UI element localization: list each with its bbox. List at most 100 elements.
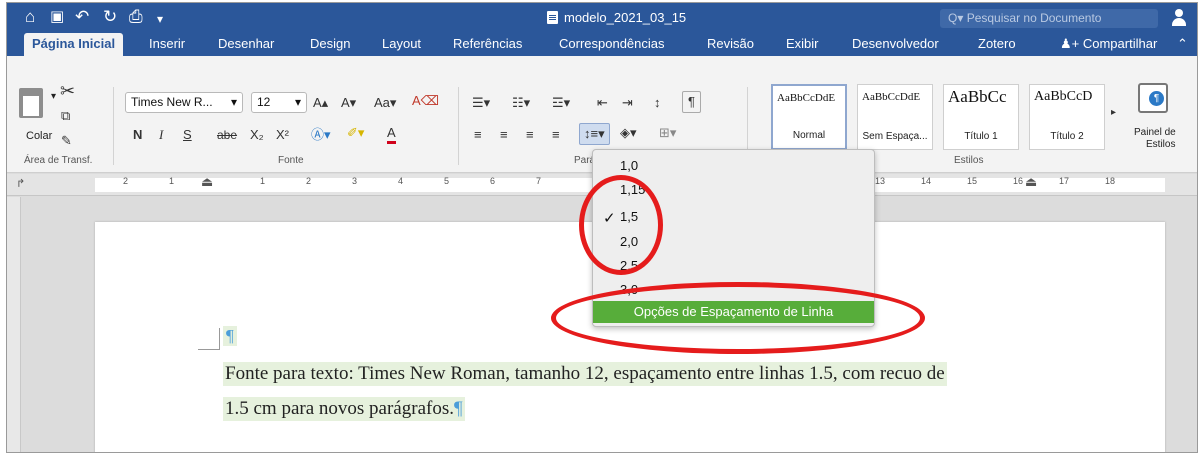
style-name: Título 2 bbox=[1050, 131, 1084, 142]
line-spacing-button[interactable]: ↕≡▾ bbox=[579, 123, 610, 145]
add-person-icon: ♟+ bbox=[1060, 36, 1083, 51]
ruler-number: 1 bbox=[260, 176, 266, 186]
tab-zotero[interactable]: Zotero bbox=[978, 33, 1016, 56]
ruler-number: 13 bbox=[875, 176, 886, 186]
shading-icon[interactable]: ◈▾ bbox=[620, 123, 637, 143]
styles-pane-icon[interactable] bbox=[1138, 83, 1168, 113]
style-heading-2[interactable]: AaBbCcD Título 2 bbox=[1029, 84, 1105, 150]
font-name-select[interactable]: Times New R... ▾ bbox=[125, 92, 243, 113]
sort-icon[interactable]: ↕ bbox=[654, 93, 661, 113]
bold-button[interactable]: N bbox=[133, 125, 142, 145]
tab-pagina-inicial[interactable]: Página Inicial bbox=[24, 33, 124, 56]
multilevel-list-icon[interactable]: ☲▾ bbox=[552, 93, 570, 113]
highlighter-icon[interactable]: ✐▾ bbox=[347, 123, 364, 143]
word-window: ⌂ ▣ ↶ ↻ ⎙ ▾ modelo_2021_03_15 Q▾ Pesquis… bbox=[6, 2, 1198, 453]
shrink-font-icon[interactable]: A▾ bbox=[341, 93, 356, 113]
font-color-button[interactable]: A bbox=[387, 125, 396, 144]
paste-icon[interactable] bbox=[19, 88, 43, 118]
ruler-number: 14 bbox=[921, 176, 932, 186]
body-text-line-1[interactable]: Fonte para texto: Times New Roman, taman… bbox=[223, 362, 947, 386]
ruler-number: 6 bbox=[490, 176, 496, 186]
print-icon[interactable]: ⎙ bbox=[129, 7, 143, 27]
subscript-button[interactable]: X₂ bbox=[250, 125, 264, 145]
tab-exibir[interactable]: Exibir bbox=[786, 33, 819, 56]
text-effects-icon[interactable]: Ⓐ▾ bbox=[311, 125, 331, 145]
cut-icon[interactable]: ✂ bbox=[60, 81, 75, 101]
styles-gallery-more-icon[interactable]: ▸ bbox=[1111, 103, 1116, 123]
style-name: Título 1 bbox=[964, 131, 998, 142]
tab-design[interactable]: Design bbox=[310, 33, 350, 56]
chevron-down-icon: ▾ bbox=[230, 95, 237, 109]
styles-pane-label-1[interactable]: Painel de bbox=[1134, 127, 1176, 138]
styles-pane-label-2[interactable]: Estilos bbox=[1146, 139, 1175, 150]
tab-desenvolvedor[interactable]: Desenvolvedor bbox=[852, 33, 939, 56]
account-icon[interactable] bbox=[1171, 9, 1187, 27]
tab-stop-icon[interactable]: ↱ bbox=[16, 177, 25, 190]
tab-layout[interactable]: Layout bbox=[382, 33, 421, 56]
empty-paragraph[interactable]: ¶ bbox=[223, 326, 237, 346]
paste-dropdown-icon[interactable]: ▾ bbox=[51, 91, 56, 102]
increase-indent-icon[interactable]: ⇥ bbox=[622, 93, 633, 113]
ruler-number: 1 bbox=[169, 176, 175, 186]
search-field[interactable]: Q▾ Pesquisar no Documento bbox=[940, 9, 1158, 28]
share-button[interactable]: ♟+ Compartilhar bbox=[1060, 33, 1157, 56]
font-size-select[interactable]: 12 ▾ bbox=[251, 92, 307, 113]
divider bbox=[113, 87, 114, 165]
strikethrough-button[interactable]: abe bbox=[217, 125, 237, 145]
document-icon bbox=[547, 11, 558, 24]
styles-group-label: Estilos bbox=[954, 155, 984, 166]
decrease-indent-icon[interactable]: ⇤ bbox=[597, 93, 608, 113]
style-preview: AaBbCcDdE bbox=[862, 91, 921, 103]
numbering-icon[interactable]: ☷▾ bbox=[512, 93, 530, 113]
vertical-ruler[interactable] bbox=[7, 197, 21, 452]
justify-icon[interactable]: ≡ bbox=[552, 125, 560, 145]
show-formatting-icon[interactable]: ¶ bbox=[682, 91, 701, 113]
tab-desenhar[interactable]: Desenhar bbox=[218, 33, 274, 56]
ruler-number: 2 bbox=[306, 176, 312, 186]
share-label: Compartilhar bbox=[1082, 36, 1158, 51]
tab-referencias[interactable]: Referências bbox=[453, 33, 522, 56]
customize-icon[interactable]: ▾ bbox=[157, 9, 163, 29]
document-title-text: modelo_2021_03_15 bbox=[564, 10, 687, 25]
ribbon-tabs: Página Inicial Inserir Desenhar Design L… bbox=[7, 33, 1197, 56]
document-title: modelo_2021_03_15 bbox=[547, 10, 686, 25]
ruler-number: 16 bbox=[1013, 176, 1024, 186]
title-bar: ⌂ ▣ ↶ ↻ ⎙ ▾ modelo_2021_03_15 Q▾ Pesquis… bbox=[7, 3, 1197, 33]
font-group-label: Fonte bbox=[278, 155, 304, 166]
style-name: Sem Espaça... bbox=[862, 131, 928, 142]
style-heading-1[interactable]: AaBbCc Título 1 bbox=[943, 84, 1019, 150]
italic-button[interactable]: I bbox=[159, 125, 163, 145]
align-left-icon[interactable]: ≡ bbox=[474, 125, 482, 145]
bullets-icon[interactable]: ☰▾ bbox=[472, 93, 490, 113]
superscript-button[interactable]: X² bbox=[276, 125, 289, 145]
line-spacing-option[interactable]: 1,0 bbox=[620, 158, 638, 173]
body-text-line-2[interactable]: 1.5 cm para novos parágrafos.¶ bbox=[223, 397, 465, 421]
change-case-icon[interactable]: Aa▾ bbox=[374, 93, 396, 113]
paragraph-mark: ¶ bbox=[453, 398, 463, 419]
grow-font-icon[interactable]: A▴ bbox=[313, 93, 328, 113]
home-icon[interactable]: ⌂ bbox=[25, 7, 35, 27]
align-right-icon[interactable]: ≡ bbox=[526, 125, 534, 145]
format-painter-icon[interactable]: ✎ bbox=[61, 131, 72, 151]
tab-correspondencias[interactable]: Correspondências bbox=[559, 33, 665, 56]
underline-button[interactable]: S bbox=[183, 125, 192, 145]
align-center-icon[interactable]: ≡ bbox=[500, 125, 508, 145]
clear-formatting-icon[interactable]: A⌫ bbox=[412, 91, 439, 111]
borders-icon[interactable]: ⊞▾ bbox=[659, 123, 676, 143]
save-icon[interactable]: ▣ bbox=[50, 7, 64, 27]
annotation-circle-small bbox=[579, 175, 663, 275]
search-icon: Q▾ bbox=[948, 11, 967, 25]
style-normal[interactable]: AaBbCcDdE Normal bbox=[771, 84, 847, 150]
style-no-spacing[interactable]: AaBbCcDdE Sem Espaça... bbox=[857, 84, 933, 150]
crop-mark bbox=[198, 328, 220, 350]
tab-revisao[interactable]: Revisão bbox=[707, 33, 754, 56]
tab-inserir[interactable]: Inserir bbox=[149, 33, 185, 56]
indent-marker-icon[interactable]: ⏏ bbox=[201, 174, 213, 190]
body-text-line-2-text: 1.5 cm para novos parágrafos. bbox=[225, 398, 454, 419]
right-indent-marker-icon[interactable]: ⏏ bbox=[1025, 174, 1037, 190]
font-name-value: Times New R... bbox=[131, 95, 213, 109]
collapse-ribbon-icon[interactable]: ⌃ bbox=[1177, 33, 1188, 56]
copy-icon[interactable]: ⧉ bbox=[61, 106, 70, 126]
redo-icon[interactable]: ↻ bbox=[103, 7, 117, 27]
undo-icon[interactable]: ↶ bbox=[75, 7, 89, 27]
